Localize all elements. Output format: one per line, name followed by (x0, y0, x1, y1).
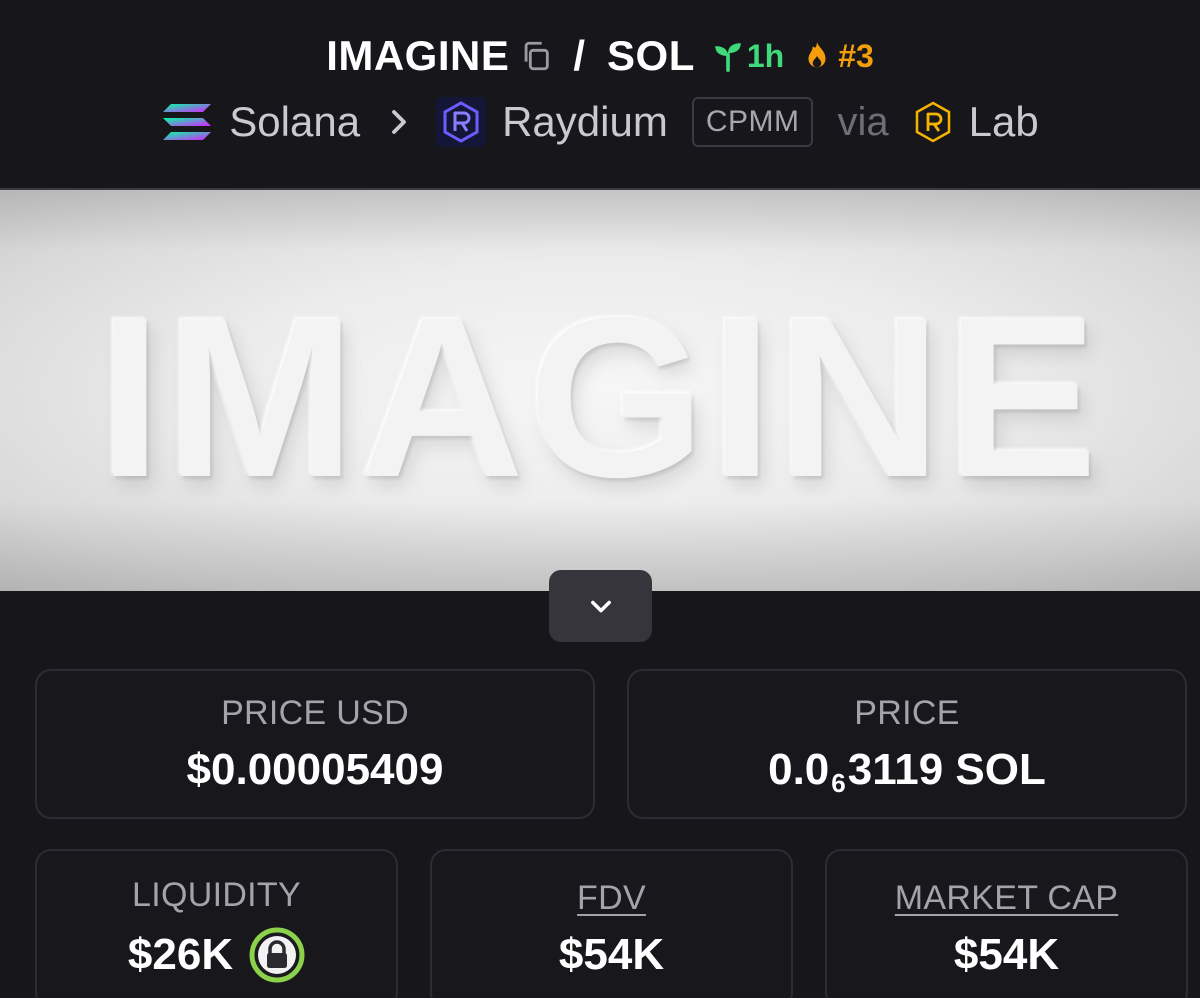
breadcrumb: Solana Raydium CPMM via Lab (0, 94, 1200, 150)
price-native-suffix: 3119 SOL (847, 744, 1046, 794)
dex-link[interactable]: Raydium (502, 98, 668, 146)
pair-age: 1h (746, 37, 785, 74)
quote-token-symbol: SOL (607, 32, 695, 79)
lab-icon (911, 100, 955, 144)
token-banner-image: IMAGINE (0, 188, 1200, 591)
price-native-zero-count: 6 (831, 768, 846, 798)
pair-header: IMAGINE / SOL 1h #3 Solana Raydium CPMM … (0, 0, 1200, 188)
price-usd-label: PRICE USD (221, 693, 409, 732)
launchpad-link[interactable]: Lab (969, 98, 1039, 146)
chevron-right-icon (384, 107, 414, 137)
fire-icon (800, 39, 834, 73)
collapse-banner-button[interactable] (549, 570, 652, 642)
market-cap-card: MARKET CAP $54K (825, 849, 1188, 998)
price-usd-value: $0.00005409 (186, 744, 444, 794)
liquidity-value: $26K (127, 929, 234, 979)
banner-wordmark: IMAGINE (98, 271, 1102, 525)
pair-separator: / (573, 32, 586, 79)
lock-icon[interactable] (249, 927, 305, 983)
liquidity-value-row: $26K (128, 927, 305, 983)
liquidity-card: LIQUIDITY $26K (35, 849, 398, 998)
price-native-card: PRICE 0.0 6 3119 SOL (627, 669, 1187, 819)
price-usd-card: PRICE USD $0.00005409 (35, 669, 595, 819)
market-cap-label[interactable]: MARKET CAP (895, 879, 1118, 918)
via-label: via (837, 99, 889, 144)
pair-title-row: IMAGINE / SOL 1h #3 (0, 28, 1200, 84)
solana-icon (161, 100, 215, 144)
chevron-down-icon (587, 592, 615, 620)
copy-icon[interactable] (519, 39, 553, 73)
raydium-icon (436, 97, 487, 147)
base-token-symbol: IMAGINE (326, 32, 510, 79)
price-native-label: PRICE (854, 693, 960, 732)
pool-type-badge: CPMM (691, 97, 814, 147)
price-native-value: 0.0 6 3119 SOL (768, 744, 1046, 799)
fdv-value: $54K (558, 929, 665, 979)
price-native-prefix: 0.0 (768, 744, 830, 794)
fdv-label[interactable]: FDV (577, 879, 646, 918)
seedling-icon (711, 39, 745, 73)
market-cap-value: $54K (953, 929, 1060, 979)
chain-link[interactable]: Solana (229, 98, 360, 146)
trending-rank: #3 (838, 37, 874, 74)
fdv-card: FDV $54K (430, 849, 793, 998)
liquidity-label: LIQUIDITY (132, 875, 301, 914)
